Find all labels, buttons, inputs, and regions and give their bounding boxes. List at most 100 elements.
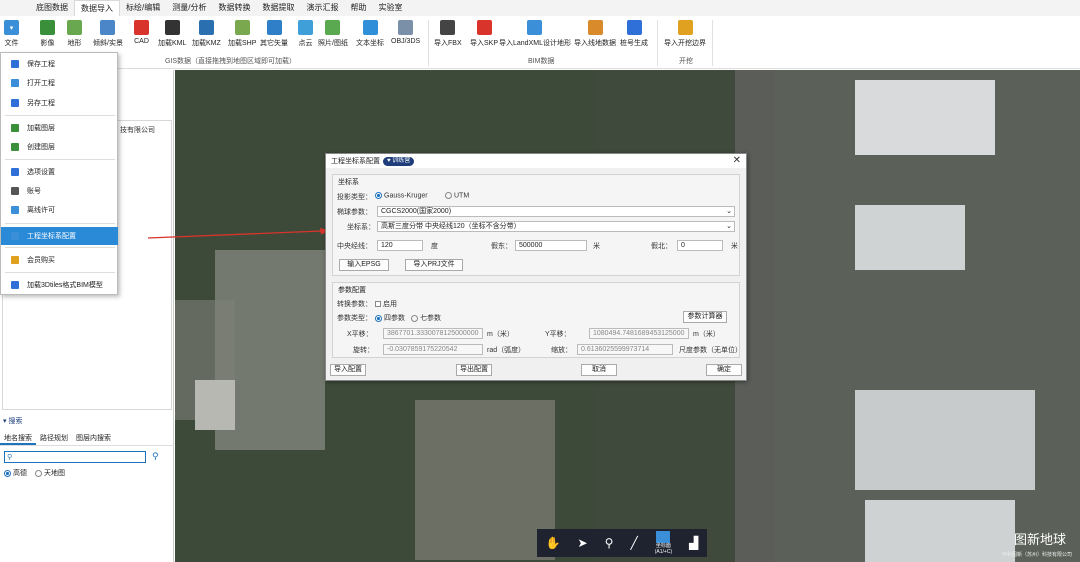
unit-label: 米 <box>731 243 738 250</box>
file-icon: ▾ <box>4 20 19 35</box>
enable-checkbox[interactable]: 启用 <box>375 299 397 309</box>
file-menu-item[interactable]: 加载图层 <box>1 119 118 137</box>
ribbon-tool-button[interactable]: 照片/图纸 <box>318 18 348 52</box>
radio-unselected-icon <box>445 192 452 199</box>
search-source-options: 高德 天地图 <box>4 468 65 478</box>
ribbon-tool-button[interactable]: 导入SKP <box>470 18 498 52</box>
rotation-input[interactable]: -0.0307859175220542 <box>383 344 483 355</box>
ribbon-tool-button[interactable]: 加载KML <box>158 18 186 52</box>
ribbon-tool-button[interactable]: OBJ/3DS <box>391 18 420 52</box>
menu-item[interactable]: 数据转换 <box>212 0 256 16</box>
menu-item[interactable]: 底图数据 <box>30 0 74 16</box>
search-input[interactable]: ⚲ <box>4 451 146 463</box>
ribbon-tool-label: 导入线地数据 <box>574 40 616 47</box>
file-menu-item-label: 账号 <box>27 188 41 195</box>
x-shift-input[interactable]: 3867701.3330078125000000 <box>383 328 483 339</box>
map-logo: 图新地球 <box>1013 533 1066 548</box>
close-icon[interactable]: ✕ <box>733 155 741 166</box>
false-north-label: 假北： <box>651 243 672 250</box>
coord-config-icon <box>11 232 19 240</box>
ribbon-tool-button[interactable]: CAD <box>134 18 149 52</box>
file-menu-item[interactable]: 另存工程 <box>1 94 118 112</box>
search-source-option[interactable]: 天地图 <box>35 468 65 478</box>
file-menu-item[interactable]: 离线许可 <box>1 201 118 219</box>
false-east-input[interactable]: 500000 <box>515 240 587 251</box>
menu-item[interactable]: 实验室 <box>372 0 408 16</box>
ribbon-tool-button[interactable]: 加载SHP <box>228 18 256 52</box>
search-icon[interactable]: ⚲ <box>152 451 159 462</box>
ribbon-tool-label: 其它矢量 <box>260 40 288 47</box>
import-config-button[interactable]: 导入配置 <box>330 364 366 376</box>
place-marker-icon[interactable]: ⚲ <box>605 536 614 550</box>
search-tab[interactable]: 路径规划 <box>36 432 72 445</box>
param-option-seven[interactable]: 七参数 <box>411 313 441 323</box>
draw-area-icon[interactable]: 坐标面 (A1/+C) <box>655 531 672 555</box>
ribbon-tool-button[interactable]: 导入LandXML设计地形 <box>499 18 571 52</box>
file-menu-item[interactable]: 加载3Dtiles格式BIM模型 <box>1 276 118 294</box>
ribbon-tool-button[interactable]: 加载KMZ <box>192 18 221 52</box>
imagery-icon <box>40 20 55 35</box>
menu-item[interactable]: 标绘/编辑 <box>120 0 166 16</box>
chevron-down-icon: ⌄ <box>726 208 732 215</box>
ribbon-tool-button[interactable]: 导入开挖边界 <box>664 18 706 52</box>
ribbon-tool-button[interactable]: 文本坐标 <box>356 18 384 52</box>
central-meridian-input[interactable]: 120 <box>377 240 423 251</box>
search-tab[interactable]: 地名搜索 <box>0 432 36 445</box>
file-menu-item[interactable]: 会员购买 <box>1 251 118 269</box>
unit-label: 米 <box>593 243 600 250</box>
draw-line-icon[interactable]: ╱ <box>630 536 637 550</box>
input-epsg-button[interactable]: 输入EPSG <box>339 259 389 271</box>
option-label: UTM <box>454 192 470 200</box>
scale-input[interactable]: 0.6136025599973714 <box>577 344 673 355</box>
ribbon-tool-button[interactable]: 导入线地数据 <box>574 18 616 52</box>
ribbon-tool-button[interactable]: 地形 <box>67 18 82 52</box>
ribbon-tool-button[interactable]: 导入FBX <box>434 18 462 52</box>
file-menu-item-label: 加载3Dtiles格式BIM模型 <box>27 282 103 289</box>
menu-item[interactable]: 测量/分析 <box>166 0 212 16</box>
menu-item[interactable]: 帮助 <box>344 0 372 16</box>
unit-label: 尺度参数（无单位） <box>679 347 742 354</box>
file-menu-item[interactable]: 工程坐标系配置 <box>1 227 118 245</box>
option-label: 天地图 <box>44 470 65 477</box>
file-menu-item[interactable]: 选项设置 <box>1 163 118 181</box>
ribbon-tool-button[interactable]: 其它矢量 <box>260 18 288 52</box>
ellipsoid-select[interactable]: CGCS2000(国家2000) ⌄ <box>377 206 735 217</box>
file-button[interactable]: ▾ 文件 <box>4 18 19 52</box>
account-icon <box>11 187 19 195</box>
ribbon-tool-button[interactable]: 点云 <box>298 18 313 52</box>
false-north-input[interactable]: 0 <box>677 240 723 251</box>
export-config-button[interactable]: 导出配置 <box>456 364 492 376</box>
ok-button[interactable]: 确定 <box>706 364 742 376</box>
ribbon-tool-button[interactable]: 影像 <box>40 18 55 52</box>
menu-item[interactable]: 数据导入 <box>74 0 120 17</box>
group-separator <box>657 20 658 66</box>
option-label: 高德 <box>13 470 27 477</box>
search-tab[interactable]: 图层内搜索 <box>72 432 115 445</box>
coord-system-select[interactable]: 高斯三度分带 中央经线120（坐标不含分带） ⌄ <box>377 221 735 232</box>
ribbon-tool-button[interactable]: 桩号生成 <box>620 18 648 52</box>
file-menu-item-label: 离线许可 <box>27 207 55 214</box>
cancel-button[interactable]: 取消 <box>581 364 617 376</box>
menu-item[interactable]: 数据提取 <box>256 0 300 16</box>
tree-node-label[interactable]: 技有限公司 <box>120 125 155 135</box>
ribbon-tool-button[interactable]: 倾斜/实景 <box>93 18 123 52</box>
pan-hand-icon[interactable]: ✋ <box>546 536 561 550</box>
projection-option-gauss[interactable]: Gauss-Kruger <box>375 192 428 199</box>
file-menu-item[interactable]: 打开工程 <box>1 74 118 92</box>
param-calculator-button[interactable]: 参数计算器 <box>683 311 727 323</box>
param-config-section: 参数配置 转换参数： 启用 参数类型： 四参数 七参数 参数计算器 X平移： 3… <box>332 282 742 358</box>
y-shift-input[interactable]: 1080494.7481689453125000 <box>589 328 689 339</box>
file-menu-item[interactable]: 保存工程 <box>1 55 118 73</box>
import-prj-button[interactable]: 导入PRJ文件 <box>405 259 463 271</box>
menu-item[interactable]: 演示汇报 <box>300 0 344 16</box>
pointer-icon[interactable]: ➤ <box>578 536 588 550</box>
search-source-option[interactable]: 高德 <box>4 468 27 478</box>
projection-option-utm[interactable]: UTM <box>445 192 469 199</box>
license-icon <box>11 206 19 214</box>
section-title: 坐标系 <box>338 179 359 186</box>
measure-chart-icon[interactable]: ▟ <box>689 536 698 550</box>
shp-icon <box>234 20 250 35</box>
file-menu-item[interactable]: 创建图层 <box>1 138 118 156</box>
file-menu-item[interactable]: 账号 <box>1 182 118 200</box>
param-option-four[interactable]: 四参数 <box>375 313 405 323</box>
